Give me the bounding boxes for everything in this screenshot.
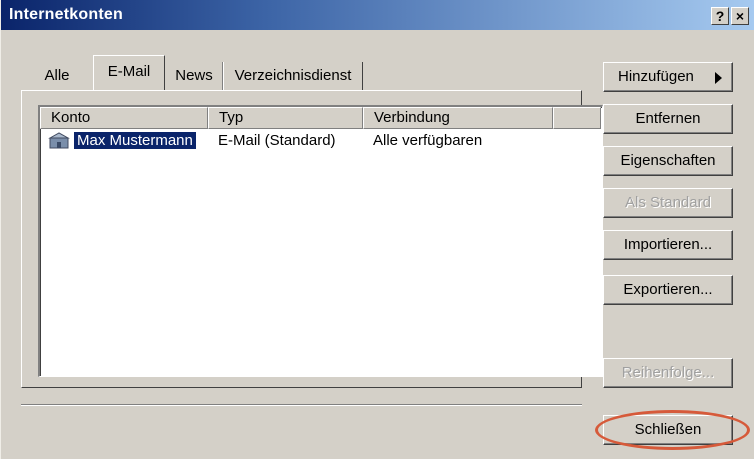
column-header-konto[interactable]: Konto [40,107,208,129]
set-default-button[interactable]: Als Standard [603,188,733,218]
order-button[interactable]: Reihenfolge... [603,358,733,388]
export-button[interactable]: Exportieren... [603,275,733,305]
remove-button[interactable]: Entfernen [603,104,733,134]
accounts-list[interactable]: Konto Typ Verbindung Max Mustermann E-Ma… [38,105,603,377]
table-row[interactable]: Max Mustermann [74,131,196,151]
tab-news[interactable]: News [165,62,223,90]
column-header-typ[interactable]: Typ [208,107,363,129]
import-button[interactable]: Importieren... [603,230,733,260]
column-header-filler [553,107,601,129]
column-header-verbindung[interactable]: Verbindung [363,107,553,129]
tab-email[interactable]: E-Mail [93,55,165,91]
account-type-cell: E-Mail (Standard) [218,132,336,149]
account-name-cell: Max Mustermann [74,132,196,149]
window-title: Internetkonten [9,6,123,23]
tab-alle[interactable]: Alle [27,62,87,90]
close-button[interactable]: Schließen [603,415,733,445]
tab-verzeichnisdienst[interactable]: Verzeichnisdienst [223,62,363,90]
account-icon [48,132,70,149]
internet-accounts-dialog: Internetkonten ? × Alle E-Mail News Verz… [0,0,754,459]
title-bar[interactable]: Internetkonten ? × [1,0,754,30]
arrow-right-icon [715,72,722,84]
properties-button[interactable]: Eigenschaften [603,146,733,176]
account-connection-cell: Alle verfügbaren [373,132,483,149]
add-button[interactable]: Hinzufügen [603,62,733,92]
help-button[interactable]: ? [711,7,729,25]
divider [21,404,582,406]
add-button-label: Hinzufügen [618,68,694,85]
close-window-button[interactable]: × [731,7,749,25]
